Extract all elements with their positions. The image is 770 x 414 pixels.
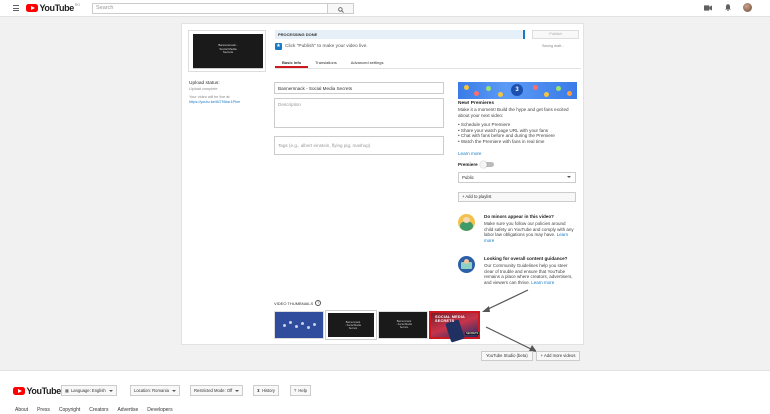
help-label: Help — [298, 388, 307, 393]
restricted-mode-label: Restricted Mode: Off — [194, 388, 233, 393]
language-icon: ▦ — [65, 388, 69, 393]
footer-links: About Press Copyright Creators Advertise… — [15, 407, 173, 413]
location-label: Location: Romania — [134, 388, 169, 393]
footer-link-advertise[interactable]: Advertise — [117, 407, 138, 413]
history-label: History — [261, 388, 275, 393]
language-button[interactable]: ▦ Language: English — [61, 385, 117, 396]
youtube-studio-button[interactable]: YouTube Studio (beta) — [481, 351, 533, 361]
footer-logo[interactable]: YouTube — [13, 386, 61, 396]
help-circle-icon: ? — [294, 388, 297, 393]
footer-logo-text: YouTube — [26, 386, 62, 396]
restricted-mode-button[interactable]: Restricted Mode: Off — [190, 385, 244, 396]
chevron-down-icon — [235, 389, 240, 392]
history-button[interactable]: ⧗ History — [253, 385, 279, 396]
footer: YouTube ▦ Language: English Location: Ro… — [0, 370, 770, 414]
bottom-buttons: YouTube Studio (beta) + Add more videos — [481, 351, 581, 361]
help-button[interactable]: ? Help — [290, 385, 311, 396]
footer-link-creators[interactable]: Creators — [89, 407, 108, 413]
location-button[interactable]: Location: Romania — [130, 385, 180, 396]
footer-link-press[interactable]: Press — [37, 407, 50, 413]
play-logo-icon — [13, 386, 25, 396]
footer-link-copyright[interactable]: Copyright — [59, 407, 80, 413]
annotation-arrows — [482, 289, 537, 352]
chevron-down-icon — [171, 389, 176, 392]
language-label: Language: English — [70, 388, 106, 393]
footer-link-developers[interactable]: Developers — [147, 407, 172, 413]
add-more-videos-button[interactable]: + Add more videos — [535, 351, 581, 361]
hourglass-icon: ⧗ — [257, 388, 260, 393]
chevron-down-icon — [108, 389, 113, 392]
footer-link-about[interactable]: About — [15, 407, 28, 413]
